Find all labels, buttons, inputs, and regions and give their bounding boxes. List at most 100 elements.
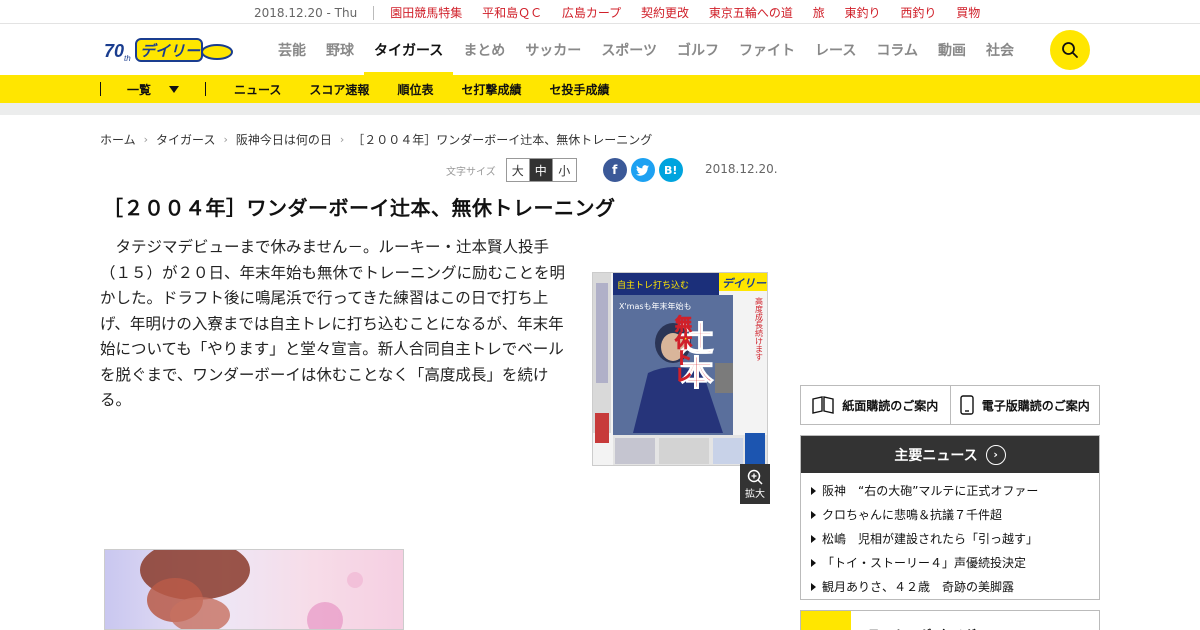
font-size-selector: 大 中 小 <box>505 158 577 182</box>
facebook-share-button[interactable]: f <box>602 158 627 182</box>
top-news-box: 主要ニュース › 阪神 “右の大砲”マルテに正式オファー クロちゃんに悲鳴＆抗議… <box>800 435 1100 600</box>
nav-item-entertainment[interactable]: 芸能 <box>268 25 316 75</box>
special-link[interactable]: 平和島ＱＣ <box>482 6 542 20</box>
special-link[interactable]: 旅 <box>813 6 825 20</box>
sub-nav: 一覧 ニュース スコア速報 順位表 セ打撃成績 セ投手成績 <box>0 75 1200 103</box>
list-item[interactable]: クロちゃんに悲鳴＆抗議７千件超 <box>811 503 1099 527</box>
chevron-right-icon: › <box>143 133 149 146</box>
digital-subscription-label: 電子版購読のご案内 <box>981 398 1090 413</box>
triangle-right-icon <box>811 535 816 543</box>
svg-text:X'masも年末年始も: X'masも年末年始も <box>619 301 692 311</box>
newspaper-illustration: 自主トレ打ち込む デイリー X'masも年末年始も 辻本 無休トレ 高度成長続け… <box>593 273 767 465</box>
font-size-label: 文字サイズ <box>446 166 496 178</box>
news-headline: 「トイ・ストーリー４」声優続投決定 <box>822 556 1027 570</box>
divider <box>100 82 101 96</box>
subscription-links: 紙面購読のご案内 電子版購読のご案内 <box>800 385 1100 425</box>
svg-text:デイリー: デイリー <box>140 42 201 60</box>
nav-item-society[interactable]: 社会 <box>976 25 1024 75</box>
nav-item-golf[interactable]: ゴルフ <box>667 25 729 75</box>
special-link[interactable]: 広島カープ <box>562 6 621 20</box>
breadcrumb-home[interactable]: ホーム <box>100 131 136 148</box>
ranking-box: ランキング(タイガース) <box>800 610 1100 630</box>
news-headline: 観月ありさ、４２歳 奇跡の美脚露 <box>822 580 1015 594</box>
nav-item-soccer[interactable]: サッカー <box>515 25 591 75</box>
publish-date: 2018.12.20. <box>705 162 778 176</box>
today-date: 2018.12.20 - Thu <box>254 5 375 20</box>
nav-item-race[interactable]: レース <box>805 25 866 75</box>
subnav-item-batting[interactable]: セ打撃成績 <box>461 81 521 98</box>
daily-logo-icon: 70 th デイリー <box>104 38 233 63</box>
book-icon <box>812 396 834 414</box>
main-nav: 芸能 野球 タイガース まとめ サッカー スポーツ ゴルフ ファイト レース コ… <box>268 25 1024 75</box>
triangle-right-icon <box>811 487 816 495</box>
breadcrumb-tigers[interactable]: タイガース <box>156 131 215 148</box>
special-link[interactable]: 東釣り <box>845 6 881 20</box>
hatena-bookmark-button[interactable]: B! <box>658 158 683 182</box>
nav-item-fight[interactable]: ファイト <box>729 25 805 75</box>
special-link[interactable]: 東京五輪への道 <box>709 6 793 20</box>
font-size-medium-button[interactable]: 中 <box>529 159 553 181</box>
nav-item-video[interactable]: 動画 <box>928 25 976 75</box>
zoom-in-icon <box>747 469 763 485</box>
top-strip: 2018.12.20 - Thu 園田競馬特集 平和島ＱＣ 広島カープ 契約更改… <box>0 0 1200 24</box>
ad-image[interactable] <box>104 549 404 630</box>
ad-illustration <box>140 550 363 629</box>
newspaper-front-image[interactable]: 自主トレ打ち込む デイリー X'masも年末年始も 辻本 無休トレ 高度成長続け… <box>592 272 768 466</box>
svg-text:自主トレ打ち込む: 自主トレ打ち込む <box>617 279 689 291</box>
triangle-right-icon <box>811 511 816 519</box>
list-item[interactable]: 観月ありさ、４２歳 奇跡の美脚露 <box>811 575 1099 599</box>
list-toggle-label: 一覧 <box>127 82 152 97</box>
twitter-icon <box>636 164 650 176</box>
special-link[interactable]: 契約更改 <box>641 6 689 20</box>
print-subscription-link[interactable]: 紙面購読のご案内 <box>801 386 951 424</box>
nav-item-baseball[interactable]: 野球 <box>316 25 364 75</box>
article-title: ［２００４年］ワンダーボーイ辻本、無休トレーニング <box>103 196 616 220</box>
list-item[interactable]: 阪神 “右の大砲”マルテに正式オファー <box>811 479 1099 503</box>
nav-item-column[interactable]: コラム <box>866 25 928 75</box>
list-toggle[interactable]: 一覧 <box>127 81 180 98</box>
breadcrumb: ホーム › タイガース › 阪神今日は何の日 › ［２００４年］ワンダーボーイ辻… <box>100 131 652 148</box>
subnav-item-pitching[interactable]: セ投手成績 <box>549 81 609 98</box>
svg-text:70: 70 <box>104 41 124 61</box>
divider <box>205 82 207 96</box>
triangle-right-icon <box>811 559 816 567</box>
zoom-button[interactable]: 拡大 <box>740 464 770 504</box>
subnav-item-score[interactable]: スコア速報 <box>309 81 369 98</box>
digital-subscription-link[interactable]: 電子版購読のご案内 <box>951 386 1100 424</box>
nav-item-tigers[interactable]: タイガース <box>364 25 454 75</box>
subnav-item-news[interactable]: ニュース <box>234 81 281 98</box>
breadcrumb-category[interactable]: 阪神今日は何の日 <box>236 131 332 148</box>
list-item[interactable]: 松嶋 児相が建設されたら「引っ越す」 <box>811 527 1099 551</box>
special-link[interactable]: 買物 <box>956 6 980 20</box>
list-item[interactable]: 「トイ・ストーリー４」声優続投決定 <box>811 551 1099 575</box>
subnav-item-standings[interactable]: 順位表 <box>397 81 433 98</box>
svg-text:デイリー: デイリー <box>722 277 767 290</box>
article-body: タテジマデビューまで休みません－。ルーキー・辻本賢人投手（１５）が２０日、年末年… <box>100 238 566 409</box>
top-news-header[interactable]: 主要ニュース › <box>801 436 1099 473</box>
top-news-title: 主要ニュース <box>894 447 978 464</box>
search-button[interactable] <box>1050 30 1090 70</box>
chevron-right-icon: › <box>985 444 1006 465</box>
chevron-right-icon: › <box>339 133 345 146</box>
search-icon <box>1062 42 1078 58</box>
special-link[interactable]: 園田競馬特集 <box>390 6 462 20</box>
ranking-title[interactable]: ランキング(タイガース) <box>867 611 1008 630</box>
header-gray-band <box>0 103 1200 115</box>
ranking-tab-marker <box>801 611 851 630</box>
special-links: 園田競馬特集 平和島ＱＣ 広島カープ 契約更改 東京五輪への道 旅 東釣り 西釣… <box>390 4 996 21</box>
special-link[interactable]: 西釣り <box>900 6 936 20</box>
svg-text:th: th <box>124 54 131 63</box>
nav-item-matome[interactable]: まとめ <box>453 25 515 75</box>
news-headline: 阪神 “右の大砲”マルテに正式オファー <box>822 484 1039 498</box>
twitter-share-button[interactable] <box>630 158 655 182</box>
font-size-large-button[interactable]: 大 <box>506 159 530 181</box>
font-size-small-button[interactable]: 小 <box>552 159 576 181</box>
site-logo[interactable]: 70 th デイリー <box>104 37 234 63</box>
print-subscription-label: 紙面購読のご案内 <box>842 398 939 413</box>
breadcrumb-current: ［２００４年］ワンダーボーイ辻本、無休トレーニング <box>352 133 653 147</box>
zoom-label: 拡大 <box>745 488 765 500</box>
site-header: 70 th デイリー 芸能 野球 タイガース まとめ サッカー スポーツ ゴルフ… <box>0 25 1200 75</box>
article-tools: 文字サイズ 大 中 小 f B! <box>446 158 687 182</box>
nav-item-sports[interactable]: スポーツ <box>591 25 667 75</box>
chevron-right-icon: › <box>223 133 228 146</box>
